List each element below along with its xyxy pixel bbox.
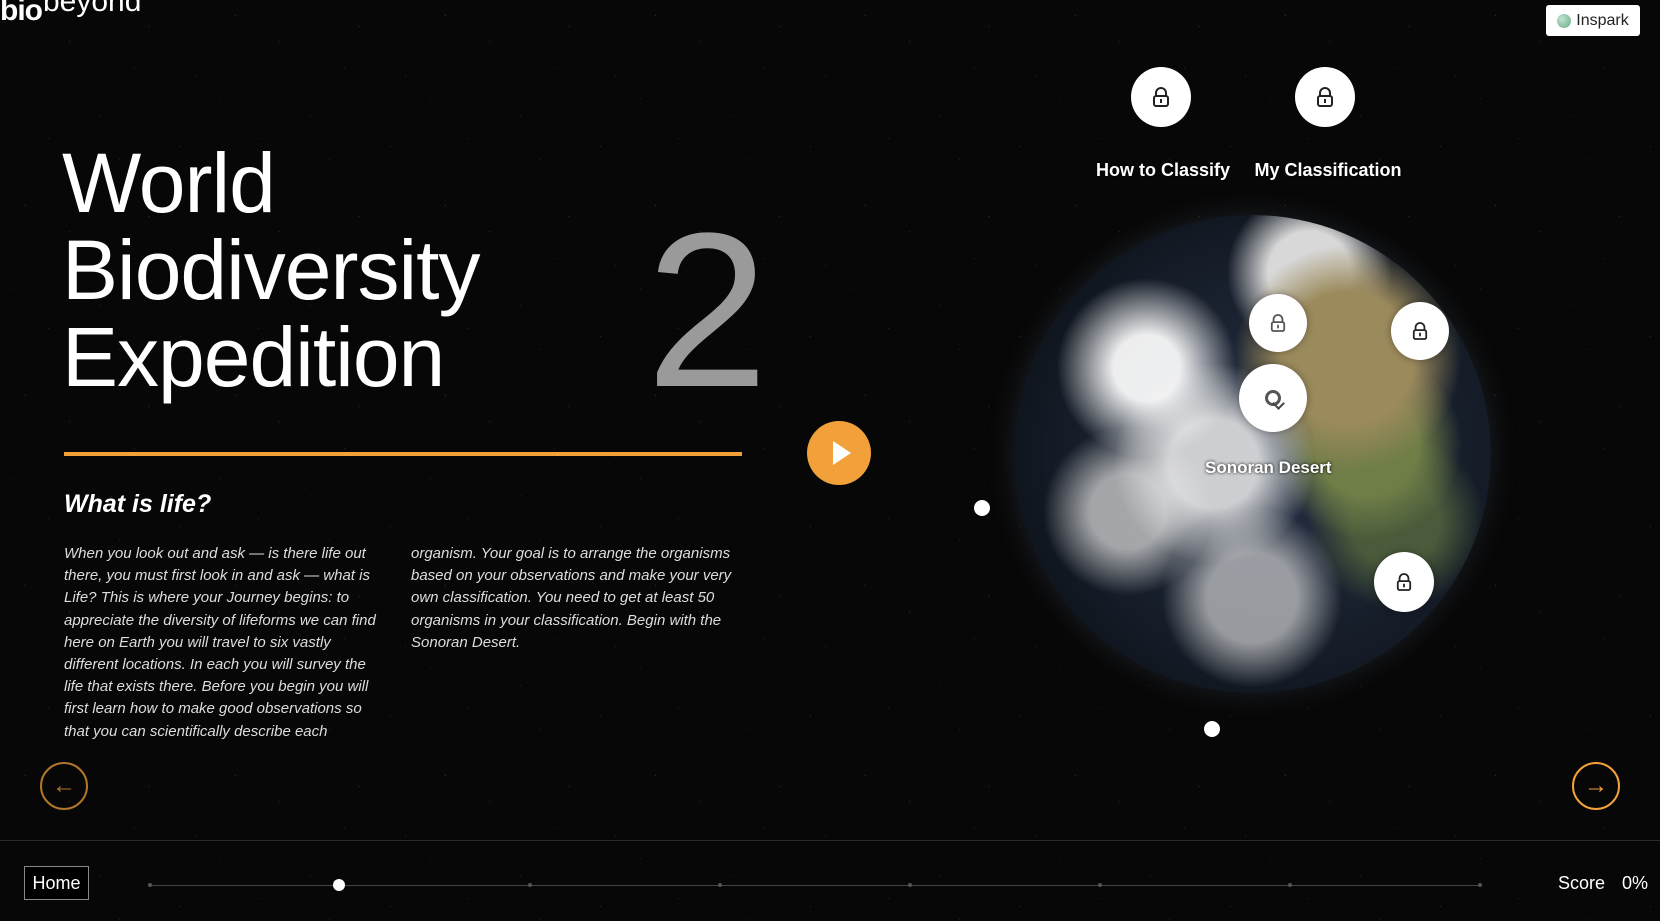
intro-paragraph-col2: organism. Your goal is to arrange the or… [411, 545, 732, 651]
footer-bar: Home Score 0% [0, 840, 1660, 921]
desert-pointer-icon [1265, 390, 1281, 406]
previous-button[interactable]: ← [40, 762, 88, 810]
progress-step-1 [148, 883, 152, 887]
lock-icon [1153, 87, 1169, 107]
lock-icon [1270, 314, 1286, 332]
home-button[interactable]: Home [24, 866, 89, 900]
progress-step-3 [528, 883, 532, 887]
progress-current-marker [333, 879, 345, 891]
play-button[interactable] [807, 421, 871, 485]
orbit-dot-left [974, 500, 990, 516]
intro-subtitle: What is life? [64, 490, 212, 518]
progress-step-5 [908, 883, 912, 887]
inspark-button[interactable]: Inspark [1546, 5, 1640, 36]
score-label: Score [1558, 873, 1606, 893]
lock-icon [1396, 573, 1412, 591]
arrow-left-icon: ← [52, 772, 76, 799]
expedition-number: 2 [646, 187, 769, 433]
title-divider [64, 452, 742, 456]
title-line-biodiversity: Biodiversity [62, 223, 480, 317]
locked-location-button-1[interactable] [1249, 294, 1307, 352]
sonoran-desert-label: Sonoran Desert [1205, 458, 1332, 477]
progress-step-8 [1478, 883, 1482, 887]
my-classification-label: My Classification [1254, 160, 1402, 180]
progress-step-7 [1288, 883, 1292, 887]
earth-globe [1013, 215, 1491, 693]
arrow-right-icon: → [1584, 772, 1608, 799]
lock-icon [1412, 322, 1428, 340]
title-line-expedition: Expedition [62, 310, 445, 404]
lock-icon [1317, 87, 1333, 107]
progress-track[interactable] [150, 885, 1480, 886]
logo-beyond: beyond [43, 0, 142, 18]
intro-paragraph-col1: When you look out and ask — is there lif… [64, 545, 376, 740]
inspark-label: Inspark [1576, 11, 1629, 29]
title-line-world: World [62, 136, 276, 230]
how-to-classify-label: How to Classify [1095, 160, 1231, 180]
play-icon [832, 441, 851, 465]
logo: biobeyond [0, 0, 141, 28]
score-value: 0% [1622, 873, 1649, 893]
my-classification-button[interactable] [1295, 67, 1355, 127]
locked-location-button-3[interactable] [1374, 552, 1434, 612]
how-to-classify-button[interactable] [1131, 67, 1191, 127]
logo-bio: bio [0, 0, 43, 27]
orbit-dot-bottom [1204, 721, 1220, 737]
page-title: World Biodiversity Expedition [62, 140, 622, 401]
progress-step-6 [1098, 883, 1102, 887]
next-button[interactable]: → [1572, 762, 1620, 810]
locked-location-button-2[interactable] [1391, 302, 1449, 360]
inspark-logo-icon [1557, 13, 1572, 28]
progress-step-4 [718, 883, 722, 887]
sonoran-desert-button[interactable] [1239, 364, 1307, 432]
